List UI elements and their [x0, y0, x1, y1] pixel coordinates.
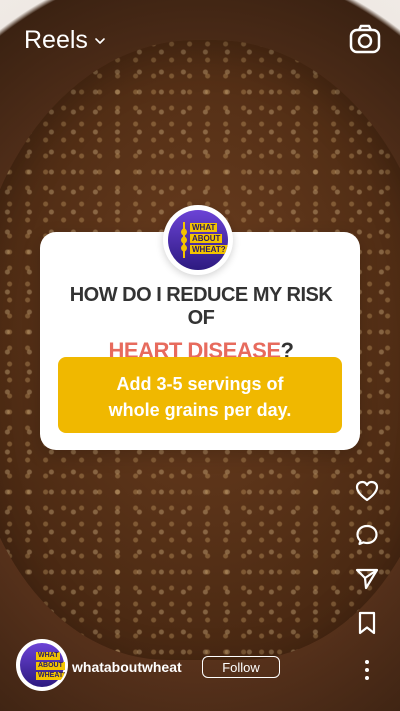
answer-box: Add 3-5 servings of whole grains per day… — [58, 357, 342, 433]
question-text: HOW DO I REDUCE MY RISK OF HEART DISEASE… — [56, 284, 346, 364]
like-heart-icon[interactable] — [354, 478, 380, 504]
comment-icon[interactable] — [354, 522, 380, 548]
reel-screen: Reels WHAT ABOUT WHEAT? HOW DO I REDUCE … — [0, 0, 400, 711]
chevron-down-icon — [95, 37, 105, 44]
avatar-logo-text: WHAT ABOUT WHEAT? — [36, 652, 68, 680]
reels-title[interactable]: Reels — [24, 26, 106, 55]
camera-icon[interactable] — [348, 22, 382, 56]
share-send-icon[interactable] — [354, 566, 380, 592]
brand-logo: WHAT ABOUT WHEAT? — [163, 205, 233, 275]
answer-text: Add 3-5 servings of whole grains per day… — [108, 374, 292, 420]
username-link[interactable]: whataboutwheat — [72, 659, 182, 675]
reels-label: Reels — [24, 26, 88, 54]
bottom-bar: WHAT ABOUT WHEAT? whataboutwheat Follow — [0, 625, 400, 711]
logo-text: WHAT ABOUT WHEAT? — [190, 223, 228, 254]
question-line-1: HOW DO I REDUCE MY RISK OF — [69, 284, 333, 329]
avatar[interactable]: WHAT ABOUT WHEAT? — [16, 639, 68, 691]
follow-button[interactable]: Follow — [202, 656, 280, 678]
top-bar: Reels — [0, 0, 400, 80]
